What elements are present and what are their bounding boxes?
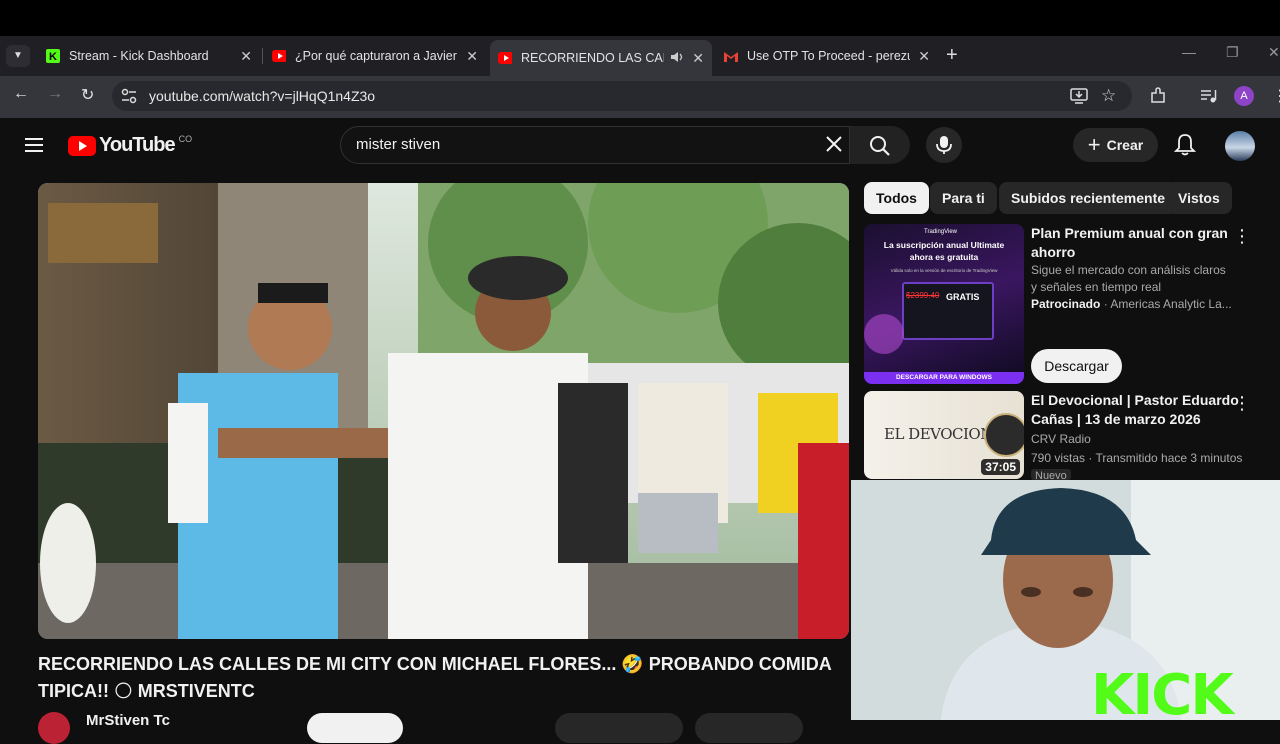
top-black-bar (0, 0, 1280, 36)
download-button[interactable]: Descargar (1031, 349, 1122, 383)
like-button[interactable] (555, 713, 683, 743)
create-label: Crear (1106, 137, 1144, 153)
tab-divider (262, 48, 263, 64)
tab-kick-dashboard[interactable]: K Stream - Kick Dashboard ✕ (38, 40, 260, 72)
video-channel[interactable]: CRV Radio (1031, 431, 1091, 448)
chip-vistos[interactable]: Vistos (1166, 182, 1232, 214)
plus-icon: + (1087, 132, 1101, 157)
new-tab-button[interactable]: + (946, 44, 958, 67)
youtube-icon (272, 49, 286, 63)
chip-subidos-recientemente[interactable]: Subidos recientemente (999, 182, 1178, 214)
ad-desc-line-2: y señales en tiempo real (1031, 280, 1162, 294)
thumb-brand: TradingView (924, 229, 958, 235)
browser-menu-icon[interactable]: ⋮ (1272, 86, 1280, 106)
speaker-icon[interactable] (670, 51, 684, 66)
thumb-headline-2: ahora es gratuita (909, 252, 979, 262)
notifications-bell-icon[interactable] (1173, 133, 1197, 162)
thumb-footer: DESCARGAR PARA WINDOWS (864, 372, 1024, 384)
chip-para-ti[interactable]: Para ti (930, 182, 997, 214)
video-title-line-1[interactable]: El Devocional | Pastor Eduardo (1031, 391, 1239, 410)
youtube-logo[interactable]: YouTube CO (68, 134, 192, 157)
more-options-icon[interactable]: ⋮ (1233, 226, 1251, 247)
country-code: CO (178, 133, 193, 144)
svg-text:K: K (49, 51, 57, 63)
youtube-logo-icon (68, 135, 96, 156)
pastor-photo (984, 413, 1024, 457)
ad-title-line-2[interactable]: ahorro (1031, 243, 1075, 262)
maximize-icon[interactable]: ❐ (1226, 44, 1239, 61)
install-app-icon[interactable] (1070, 87, 1088, 110)
video-thumbnail[interactable]: EL DEVOCIONAL 37:05 (864, 391, 1024, 479)
thumb-headline-1: La suscripción anual Ultimate (883, 240, 1005, 250)
search-icon (869, 135, 891, 162)
forward-arrow-icon[interactable]: → (47, 85, 63, 103)
video-title: RECORRIENDO LAS CALLES DE MI CITY CON MI… (38, 654, 832, 701)
channel-name[interactable]: MrStiven Tc (86, 712, 170, 729)
create-button[interactable]: + Crear (1073, 128, 1158, 162)
youtube-logo-text: YouTube (99, 134, 176, 156)
kick-logo: KICK (1091, 663, 1234, 721)
profile-avatar[interactable]: A (1234, 86, 1254, 106)
search-input[interactable]: mister stiven (356, 136, 440, 153)
media-controls-icon[interactable] (1200, 87, 1218, 110)
close-icon[interactable]: ✕ (918, 48, 930, 65)
youtube-icon (498, 51, 512, 65)
clear-search-icon[interactable] (825, 135, 843, 158)
channel-avatar[interactable] (38, 712, 70, 744)
ad-title-line-1[interactable]: Plan Premium anual con gran (1031, 224, 1228, 243)
video-title-line-2[interactable]: Cañas | 13 de marzo 2026 (1031, 410, 1201, 429)
reload-icon[interactable]: ↻ (81, 85, 94, 105)
ad-sponsor-line: Patrocinado · Americas Analytic La... (1031, 296, 1232, 313)
minimize-icon[interactable]: — (1182, 44, 1196, 60)
share-button[interactable] (695, 713, 803, 743)
gmail-icon (724, 49, 738, 63)
extensions-icon[interactable] (1149, 87, 1167, 110)
tab-gmail-otp[interactable]: Use OTP To Proceed - perezurz ✕ (716, 40, 938, 72)
thumb-subtext: Válida solo en la versión de escritorio … (890, 268, 998, 273)
kick-icon: K (46, 49, 60, 63)
chip-todos[interactable]: Todos (864, 182, 929, 214)
subscribe-button[interactable] (307, 713, 403, 743)
sponsored-label: Patrocinado (1031, 297, 1101, 311)
back-arrow-icon[interactable]: ← (13, 85, 29, 103)
close-icon[interactable]: ✕ (466, 48, 478, 65)
thumb-free: GRATIS (946, 292, 980, 302)
tab-title: RECORRIENDO LAS CALLES (521, 51, 664, 65)
advertiser-name: · Americas Analytic La... (1103, 297, 1232, 311)
tab-search-dropdown[interactable]: ▼ (6, 45, 30, 67)
new-badge: Nuevo (1031, 469, 1071, 480)
close-icon[interactable]: ✕ (240, 48, 252, 65)
video-meta: 790 vistas · Transmitido hace 3 minutos (1031, 451, 1243, 465)
close-icon[interactable]: ✕ (692, 50, 704, 67)
bookmark-star-icon[interactable]: ☆ (1101, 86, 1116, 106)
user-avatar[interactable] (1225, 131, 1255, 161)
webcam-overlay: KICK (851, 480, 1280, 720)
tab-title: ¿Por qué capturaron a Javier Ar (295, 49, 459, 63)
planet-decoration (864, 314, 904, 354)
duration-badge: 37:05 (981, 459, 1020, 475)
tab-youtube-javier[interactable]: ¿Por qué capturaron a Javier Ar ✕ (264, 40, 486, 72)
ad-desc-line-1: Sigue el mercado con análisis claros (1031, 263, 1226, 277)
site-settings-icon[interactable] (120, 87, 138, 110)
url-text[interactable]: youtube.com/watch?v=jlHqQ1n4Z3o (149, 88, 375, 104)
tab-title: Use OTP To Proceed - perezurz (747, 49, 911, 63)
hamburger-menu-icon[interactable] (25, 137, 43, 158)
thumb-price: $2399.40 (906, 291, 940, 300)
video-frame (38, 183, 849, 639)
more-options-icon[interactable]: ⋮ (1233, 393, 1251, 414)
microphone-icon (936, 135, 952, 160)
tab-title: Stream - Kick Dashboard (69, 49, 209, 63)
tab-youtube-recorriendo[interactable]: RECORRIENDO LAS CALLES ✕ (490, 40, 712, 76)
video-player[interactable] (38, 183, 849, 639)
ad-thumbnail[interactable]: TradingView La suscripción anual Ultimat… (864, 224, 1024, 384)
window-close-icon[interactable]: ✕ (1268, 44, 1280, 61)
